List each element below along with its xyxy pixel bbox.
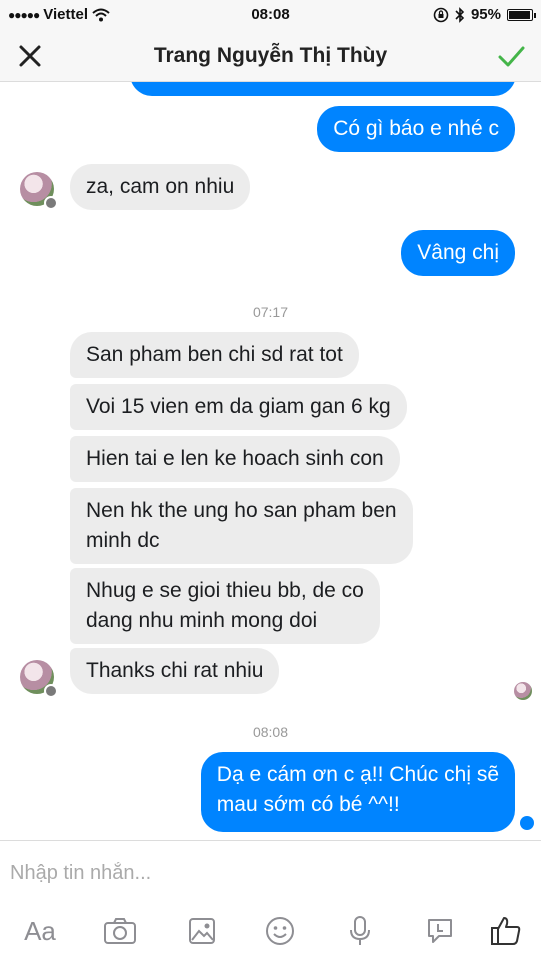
- composer-toolbar: Aa: [0, 905, 541, 955]
- sticker-button[interactable]: [420, 911, 460, 951]
- orientation-lock-icon: [433, 7, 449, 22]
- message-line: Nen hk the ung ho san pham ben: [86, 499, 397, 522]
- message-bubble-incoming[interactable]: Hien tai e len ke hoach sinh con: [70, 436, 400, 482]
- like-icon: [491, 917, 521, 945]
- gallery-button[interactable]: [182, 911, 222, 951]
- like-button[interactable]: [486, 911, 526, 951]
- message-bubble-incoming[interactable]: Voi 15 vien em da giam gan 6 kg: [70, 384, 407, 430]
- message-bubble-outgoing[interactable]: Dạ e cám ơn c ạ!! Chúc chị sẽ mau sớm có…: [200, 752, 515, 832]
- message-bubble-incoming[interactable]: Nhug e se gioi thieu bb, de co dang nhu …: [70, 568, 380, 644]
- message-bubble-incoming[interactable]: za, cam on nhiu: [70, 164, 251, 210]
- sticker-icon: [428, 919, 452, 943]
- microphone-button[interactable]: [340, 911, 380, 951]
- seen-avatar-icon: [514, 682, 532, 700]
- battery-percent: 95%: [470, 6, 501, 23]
- message-bubble-outgoing[interactable]: Vâng chị: [401, 230, 515, 276]
- conversation-header: Trang Nguyễn Thị Thùy: [0, 30, 541, 82]
- checkmark-icon: [498, 46, 525, 67]
- contact-avatar[interactable]: [20, 660, 58, 698]
- message-list[interactable]: Có gì báo e nhé c za, cam on nhiu Vâng c…: [0, 82, 541, 840]
- gallery-icon: [189, 918, 215, 944]
- message-bubble-outgoing[interactable]: Có gì báo e nhé c: [317, 106, 515, 152]
- text-format-button[interactable]: Aa: [20, 911, 60, 951]
- message-line: minh dc: [86, 529, 160, 552]
- contact-avatar[interactable]: [20, 172, 58, 210]
- message-bubble-incoming[interactable]: San pham ben chi sd rat tot: [70, 332, 359, 378]
- message-bubble-incoming[interactable]: Nen hk the ung ho san pham ben minh dc: [70, 488, 413, 564]
- microphone-icon: [350, 916, 370, 945]
- done-button[interactable]: [493, 38, 529, 74]
- battery-icon: [507, 8, 536, 21]
- camera-button[interactable]: [100, 911, 140, 951]
- message-line: Dạ e cám ơn c ạ!! Chúc chị sẽ: [216, 763, 499, 786]
- message-line: mau sớm có bé ^^!!: [216, 793, 400, 816]
- contact-name: Trang Nguyễn Thị Thùy: [153, 44, 388, 67]
- timestamp: 07:17: [252, 304, 289, 320]
- composer: Aa: [0, 840, 541, 960]
- delivered-icon: [520, 816, 534, 830]
- battery-fill: [509, 10, 530, 19]
- status-bar: ●●●●● Viettel 08:08 95%: [0, 0, 541, 30]
- message-input[interactable]: [10, 853, 530, 893]
- messenger-badge-icon: [44, 684, 58, 698]
- message-line: dang nhu minh mong doi: [86, 609, 318, 632]
- messenger-badge-icon: [44, 196, 58, 210]
- message-bubble-outgoing-partial[interactable]: [130, 82, 516, 96]
- emoji-button[interactable]: [260, 911, 300, 951]
- emoji-icon: [266, 917, 294, 945]
- status-right: 95%: [433, 6, 536, 23]
- timestamp: 08:08: [252, 724, 289, 740]
- camera-icon: [104, 918, 136, 944]
- message-bubble-incoming[interactable]: Thanks chi rat nhiu: [70, 648, 280, 694]
- bluetooth-icon: [455, 6, 465, 23]
- message-line: Nhug e se gioi thieu bb, de co: [86, 579, 364, 602]
